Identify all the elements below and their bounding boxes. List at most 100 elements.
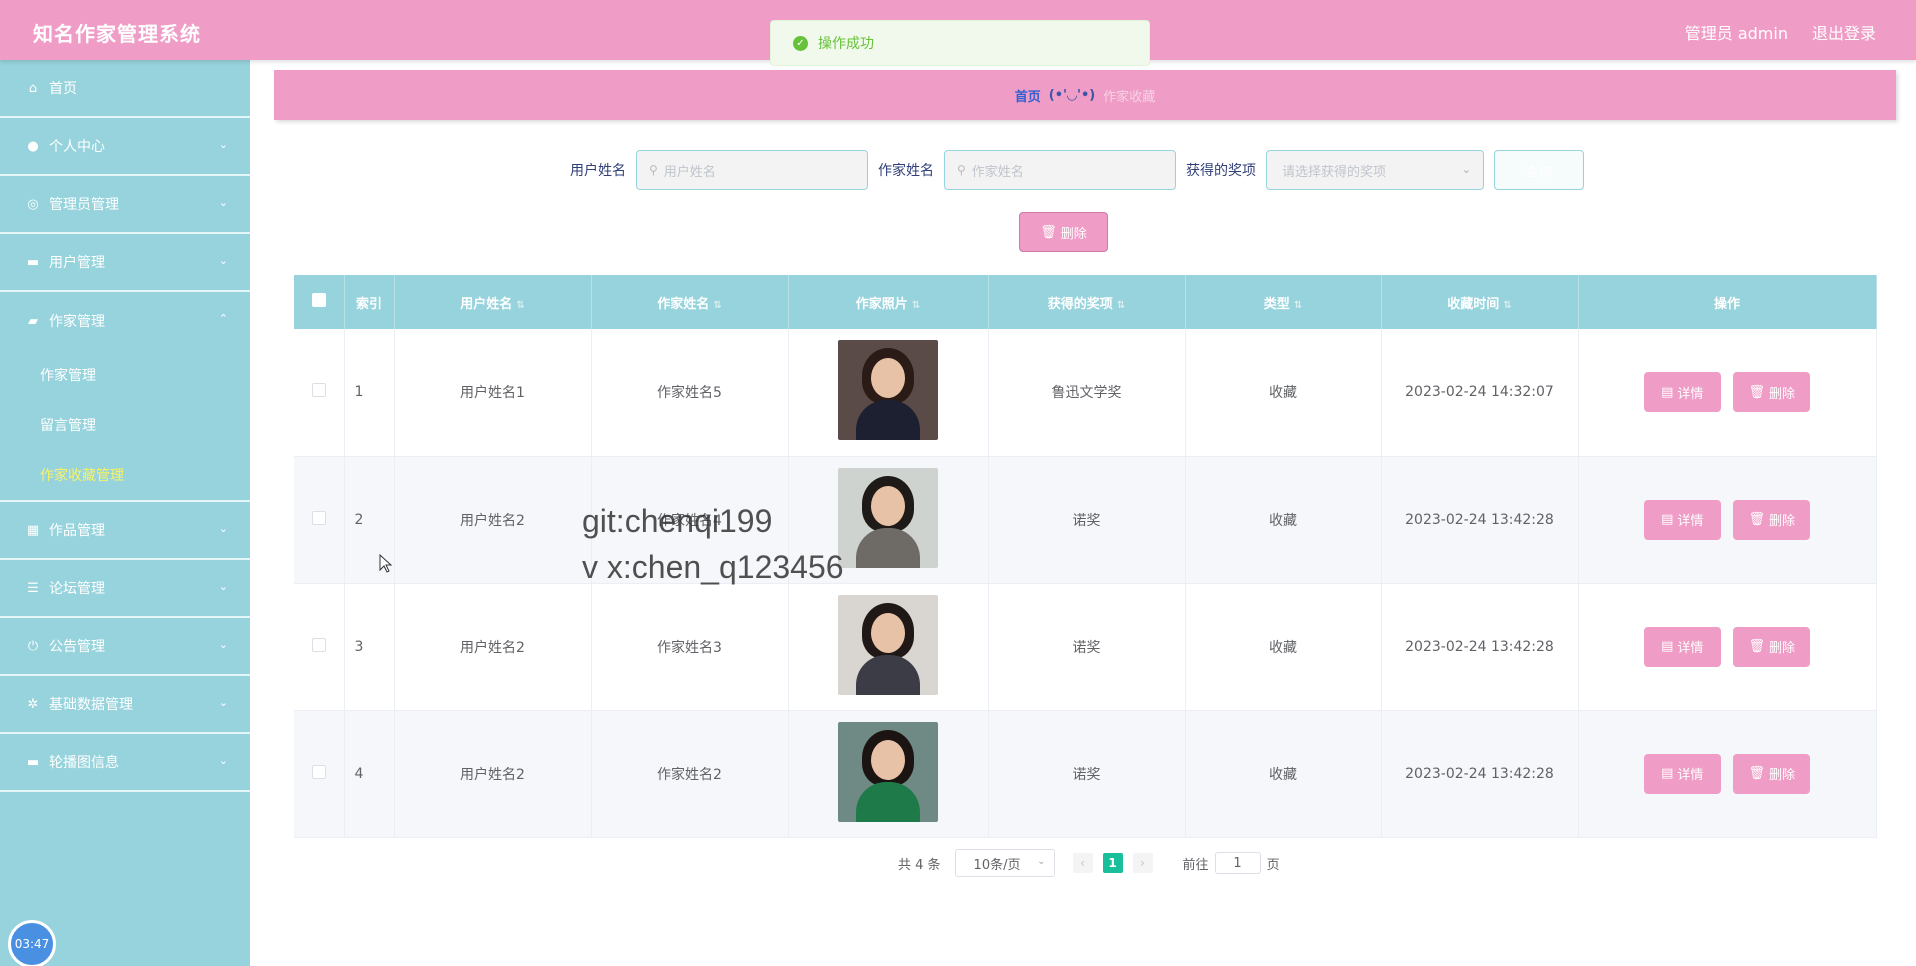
user-name-input[interactable]: ⚲ 用户姓名 — [636, 150, 868, 190]
submenu-item-messages[interactable]: 留言管理 — [0, 400, 250, 450]
pagination: 共 4 条 10条/页 ⌄ ‹ 1 › 前往 1 页 — [898, 849, 1280, 877]
row-checkbox[interactable] — [311, 510, 326, 525]
success-toast: ✓ 操作成功 — [770, 20, 1150, 66]
sidebar-item-works-management[interactable]: ▦ 作品管理 ⌄ — [0, 502, 250, 560]
settings-icon: ✲ — [27, 696, 39, 712]
sidebar-item-carousel-info[interactable]: ▬ 轮播图信息 ⌄ — [0, 734, 250, 792]
row-writer-name: 作家姓名5 — [591, 329, 789, 457]
logout-link[interactable]: 退出登录 — [1812, 20, 1876, 44]
check-circle-icon: ✓ — [793, 35, 808, 51]
table-header-row: 索引 用户姓名 ⇅ 作家姓名 ⇅ 作家照片 ⇅ 获得的奖项 ⇅ 类型 ⇅ 收藏时间 ⇅ 操作 — [294, 275, 1877, 329]
row-select-cell[interactable] — [294, 710, 345, 838]
chevron-down-icon: ⌄ — [218, 138, 228, 151]
row-checkbox[interactable] — [311, 764, 326, 779]
row-select-cell[interactable] — [294, 456, 345, 584]
query-button[interactable]: 查询 — [1494, 150, 1584, 190]
select-all-header[interactable] — [294, 275, 345, 329]
row-type: 收藏 — [1185, 710, 1382, 838]
next-page-button[interactable]: › — [1132, 853, 1153, 873]
sidebar-item-base-data-management[interactable]: ✲ 基础数据管理 ⌄ — [0, 676, 250, 734]
chevron-down-icon: ⌄ — [218, 580, 228, 593]
award-placeholder: 请选择获得的奖项 — [1282, 164, 1387, 180]
goto-page-input[interactable]: 1 — [1214, 852, 1261, 874]
sort-icon: ⇅ — [713, 299, 722, 311]
sidebar-item-personal-center[interactable]: ● 个人中心 ⌄ — [0, 118, 250, 176]
trash-icon: 🗑 — [1040, 224, 1057, 240]
writer-photo[interactable] — [838, 340, 938, 441]
column-header[interactable]: 收藏时间 ⇅ — [1381, 275, 1579, 329]
sidebar-item-label: 首页 — [49, 81, 77, 97]
row-photo-cell — [788, 456, 989, 584]
submenu-item-writer-favorites[interactable]: 作家收藏管理 — [0, 450, 250, 500]
sidebar-item-admin-management[interactable]: ◎ 管理员管理 ⌄ — [0, 176, 250, 234]
sidebar-item-user-management[interactable]: ▬ 用户管理 ⌄ — [0, 234, 250, 292]
row-select-cell[interactable] — [294, 329, 345, 457]
delete-button[interactable]: 🗑 删除 — [1733, 372, 1811, 413]
sidebar-item-label: 轮播图信息 — [49, 755, 119, 771]
chevron-down-icon: ⌄ — [218, 196, 228, 209]
chevron-down-icon: ⌄ — [218, 638, 228, 651]
document-icon: ▤ — [1661, 384, 1674, 400]
column-header[interactable]: 用户姓名 ⇅ — [394, 275, 592, 329]
breadcrumb-home[interactable]: 首页 — [1015, 86, 1041, 105]
chevron-down-icon: ⌄ — [218, 696, 228, 709]
prev-page-button[interactable]: ‹ — [1072, 853, 1093, 873]
select-all-checkbox[interactable] — [311, 293, 326, 307]
sidebar-item-label: 管理员管理 — [49, 197, 119, 213]
search-icon: ⚲ — [649, 163, 658, 177]
home-icon: ⌂ — [28, 80, 38, 96]
document-icon: ▤ — [1661, 766, 1674, 781]
row-photo-cell — [788, 329, 989, 457]
writer-photo[interactable] — [838, 467, 938, 568]
row-checkbox[interactable] — [311, 637, 326, 652]
column-header[interactable]: 获得的奖项 ⇅ — [988, 275, 1186, 329]
detail-button[interactable]: ▤ 详情 — [1643, 753, 1721, 794]
sidebar-item-forum-management[interactable]: ☰ 论坛管理 ⌄ — [0, 560, 250, 618]
column-header[interactable]: 类型 ⇅ — [1185, 275, 1382, 329]
column-header: 操作 — [1578, 275, 1877, 329]
detail-button[interactable]: ▤ 详情 — [1643, 372, 1721, 413]
goto-suffix: 页 — [1266, 857, 1280, 873]
sidebar-item-label: 作家管理 — [49, 314, 105, 330]
goto-page: 前往 1 页 — [1183, 852, 1280, 874]
row-select-cell[interactable] — [294, 583, 345, 711]
row-actions: ▤ 详情 🗑 删除 — [1578, 710, 1877, 838]
submenu-item-writers[interactable]: 作家管理 — [0, 350, 250, 400]
mouse-cursor-icon — [379, 553, 393, 578]
batch-delete-label: 删除 — [1060, 226, 1087, 242]
row-award: 诺奖 — [988, 583, 1186, 711]
row-writer-name: 作家姓名4 — [591, 456, 789, 584]
row-actions: ▤ 详情 🗑 删除 — [1578, 329, 1877, 457]
delete-button[interactable]: 🗑 删除 — [1733, 753, 1811, 794]
page-size-select[interactable]: 10条/页 ⌄ — [954, 849, 1055, 877]
sidebar-item-notice-management[interactable]: ⏻ 公告管理 ⌄ — [0, 618, 250, 676]
chevron-up-icon: ⌃ — [218, 312, 228, 325]
award-select[interactable]: 请选择获得的奖项 ⌄ — [1266, 150, 1484, 190]
breadcrumb: 首页 (•'◡'•) 作家收藏 — [274, 70, 1896, 120]
detail-button[interactable]: ▤ 详情 — [1643, 499, 1721, 540]
writer-submenu: 作家管理 留言管理 作家收藏管理 — [0, 350, 250, 502]
row-time: 2023-02-24 13:42:28 — [1381, 710, 1579, 838]
delete-button[interactable]: 🗑 删除 — [1733, 499, 1811, 540]
page-number-button[interactable]: 1 — [1102, 853, 1123, 873]
row-award: 诺奖 — [988, 710, 1186, 838]
breadcrumb-current: 作家收藏 — [1103, 89, 1156, 105]
row-user-name: 用户姓名2 — [394, 710, 592, 838]
trash-icon: 🗑 — [1748, 384, 1765, 400]
batch-delete-button[interactable]: 🗑 删除 — [1019, 212, 1108, 252]
writer-name-input[interactable]: ⚲ 作家姓名 — [944, 150, 1176, 190]
row-time: 2023-02-24 13:42:28 — [1381, 456, 1579, 584]
recording-timer[interactable]: 03:47 — [8, 920, 56, 966]
sidebar-item-home[interactable]: ⌂ 首页 — [0, 60, 250, 118]
current-user-label[interactable]: 管理员 admin — [1685, 20, 1788, 44]
writer-photo[interactable] — [838, 594, 938, 695]
delete-button[interactable]: 🗑 删除 — [1733, 626, 1811, 667]
row-checkbox[interactable] — [311, 383, 326, 398]
writer-photo[interactable] — [838, 721, 938, 822]
sidebar-item-writer-management[interactable]: ▰ 作家管理 ⌃ — [0, 292, 250, 350]
search-icon: ⚲ — [957, 163, 966, 177]
column-header[interactable]: 作家姓名 ⇅ — [591, 275, 789, 329]
writer-name-placeholder: 作家姓名 — [971, 164, 1024, 180]
column-header[interactable]: 作家照片 ⇅ — [788, 275, 989, 329]
detail-button[interactable]: ▤ 详情 — [1643, 626, 1721, 667]
